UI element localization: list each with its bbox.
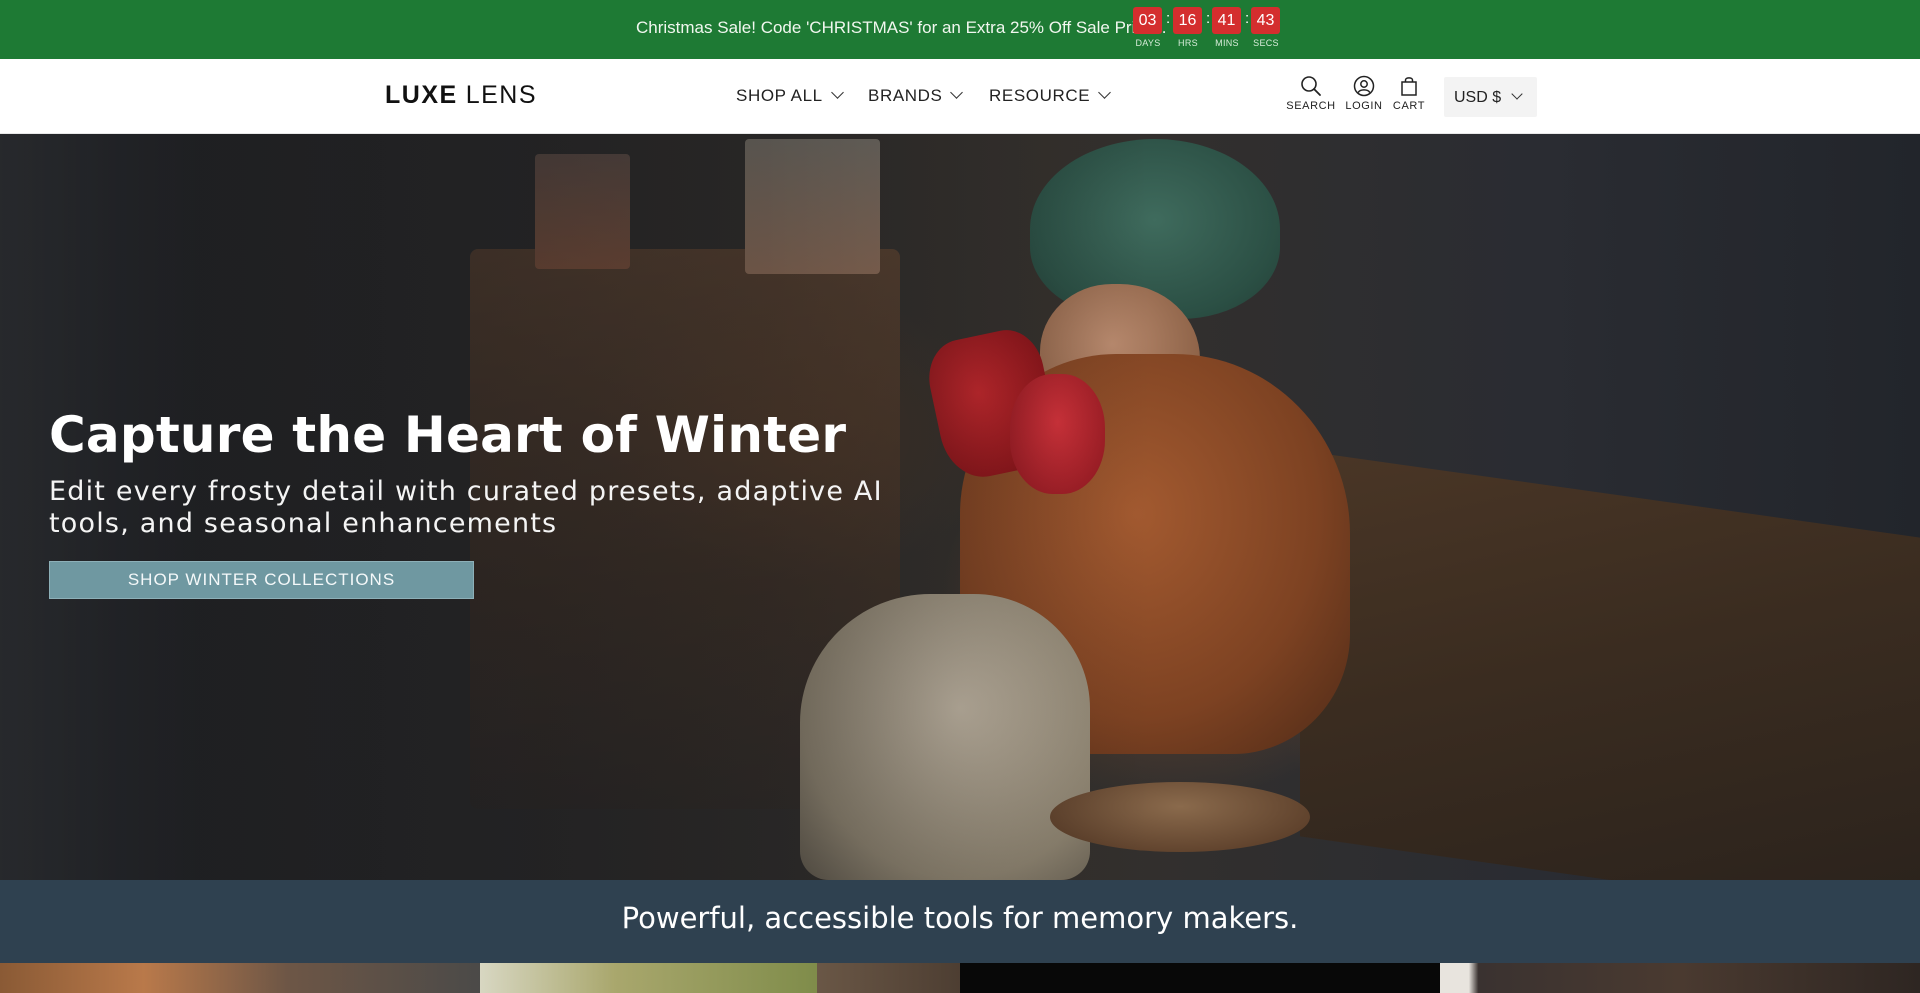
currency-value: USD $ [1454,89,1502,106]
chevron-down-icon [1511,88,1523,100]
site-header: LUXE LENS SHOP ALL BRANDS RESOURCE SEARCH… [0,59,1920,134]
cart-label: CART [1392,100,1426,112]
countdown-hours: 16 HRS [1173,7,1203,48]
site-logo[interactable]: LUXE LENS [385,81,537,110]
countdown-separator: : [1245,10,1250,27]
search-icon [1301,76,1321,96]
countdown-minutes: 41 MINS [1212,7,1242,48]
nav-shop-all-label: SHOP ALL [736,86,823,105]
countdown-days: 03 DAYS [1133,7,1163,48]
promo-bar: Christmas Sale! Code 'CHRISTMAS' for an … [0,0,1920,59]
product-thumbnail[interactable] [960,963,1440,993]
product-thumbnails [0,963,1920,993]
product-thumbnail[interactable] [817,963,960,993]
nav-resource-label: RESOURCE [989,86,1091,105]
product-thumbnail[interactable] [480,963,817,993]
search-button[interactable]: SEARCH [1284,75,1338,112]
shop-winter-collections-button[interactable]: SHOP WINTER COLLECTIONS [49,561,474,599]
countdown-minutes-label: MINS [1215,38,1239,48]
countdown-days-value: 03 [1133,7,1162,34]
product-thumbnail[interactable] [1440,963,1920,993]
nav-shop-all[interactable]: SHOP ALL [736,86,844,106]
hero-banner: Capture the Heart of Winter Edit every f… [0,134,1920,880]
chevron-down-icon [1098,86,1112,99]
countdown-separator: : [1206,10,1211,27]
login-button[interactable]: LOGIN [1342,75,1386,112]
nav-brands[interactable]: BRANDS [868,86,964,106]
shopping-bag-icon [1401,77,1417,96]
product-thumbnail[interactable] [0,963,480,993]
logo-part-lens: LENS [465,81,537,109]
tagline-text: Powerful, accessible tools for memory ma… [621,901,1299,935]
nav-brands-label: BRANDS [868,86,943,105]
user-icon [1353,75,1375,97]
tagline-band: Powerful, accessible tools for memory ma… [0,880,1920,963]
countdown-seconds-label: SECS [1253,38,1279,48]
nav-resource[interactable]: RESOURCE [989,86,1112,106]
countdown-seconds: 43 SECS [1251,7,1281,48]
countdown-minutes-value: 41 [1212,7,1241,34]
hero-subtitle: Edit every frosty detail with curated pr… [49,476,883,539]
cart-button[interactable]: CART [1390,75,1428,112]
countdown-hours-value: 16 [1173,7,1202,34]
currency-selector[interactable]: USD $ [1444,77,1537,117]
chevron-down-icon [950,86,964,99]
chevron-down-icon [830,86,844,99]
countdown-days-label: DAYS [1135,38,1161,48]
countdown-hours-label: HRS [1178,38,1198,48]
login-label: LOGIN [1345,100,1383,112]
search-label: SEARCH [1286,100,1336,112]
hero-title: Capture the Heart of Winter [49,406,847,464]
countdown-separator: : [1166,10,1171,27]
promo-text: Christmas Sale! Code 'CHRISTMAS' for an … [636,18,1167,37]
logo-part-luxe: LUXE [385,81,458,109]
countdown-seconds-value: 43 [1251,7,1280,34]
